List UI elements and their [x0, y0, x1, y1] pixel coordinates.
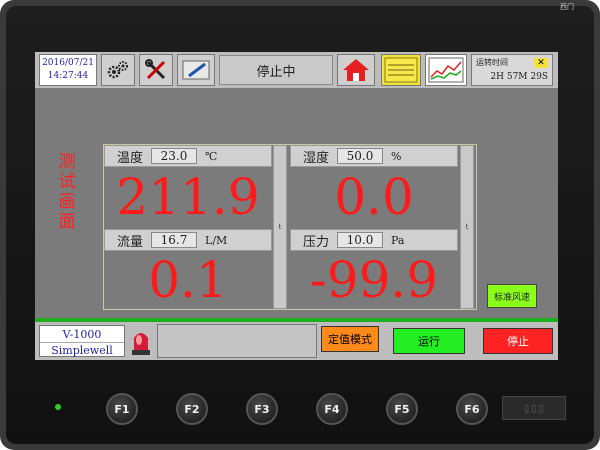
power-led	[55, 404, 61, 410]
run-time-label: 运转时间	[476, 58, 508, 67]
temperature-header: 温度 23.0 ℃	[104, 145, 272, 167]
f4-key[interactable]: F4	[316, 393, 348, 425]
home-icon	[343, 59, 369, 81]
page-title: 测试画面	[58, 152, 76, 232]
brand-label: 西门	[560, 3, 574, 11]
humidity-label: 湿度	[303, 150, 330, 166]
stop-button[interactable]: 停止	[483, 328, 553, 354]
message-box	[157, 324, 317, 358]
temperature-setpoint[interactable]: 23.0	[151, 148, 198, 164]
f6-key[interactable]: F6	[456, 393, 488, 425]
model-box: V-1000 Simplewell	[39, 325, 125, 357]
edit-button[interactable]	[177, 54, 215, 86]
model-vendor: Simplewell	[40, 342, 124, 358]
pressure-unit: Pa	[391, 233, 405, 247]
run-button[interactable]: 运行	[393, 328, 465, 354]
pressure-value: -99.9	[309, 251, 439, 309]
run-time-value: 2H 57M 29S	[490, 72, 548, 82]
temperature-unit: ℃	[205, 149, 218, 163]
f1-key[interactable]: F1	[106, 393, 138, 425]
humidity-side-bar: t	[460, 145, 474, 309]
humidity-value: 0.0	[334, 168, 414, 226]
humidity-cell: 湿度 50.0 % 0.0	[290, 145, 458, 229]
flow-unit: L/M	[205, 233, 228, 247]
f5-key[interactable]: F5	[386, 393, 418, 425]
f2-key[interactable]: F2	[176, 393, 208, 425]
trend-button[interactable]	[425, 54, 467, 86]
humidity-header: 湿度 50.0 %	[290, 145, 458, 167]
date-text: 2016/07/21	[42, 58, 94, 68]
standard-wind-button[interactable]: 标准风速	[487, 284, 537, 308]
fixed-mode-button[interactable]: 定值模式	[321, 326, 379, 352]
usb-port[interactable]: ▯▯▯	[502, 396, 566, 420]
time-text: 14:27:44	[47, 71, 89, 81]
datetime-display: 2016/07/21 14:27:44	[39, 54, 97, 86]
tools-icon	[145, 59, 166, 80]
flow-value: 0.1	[148, 251, 228, 309]
temperature-label: 温度	[117, 150, 144, 166]
model-name: V-1000	[62, 328, 102, 341]
pressure-header: 压力 10.0 Pa	[290, 229, 458, 251]
humidity-setpoint[interactable]: 50.0	[337, 148, 384, 164]
temperature-side-bar: t	[273, 145, 287, 309]
flow-setpoint[interactable]: 16.7	[151, 232, 198, 248]
run-status: 停止中	[219, 55, 333, 85]
hmi-screen: 2016/07/21 14:27:44 停止中 运转时间 ✕ 2H 57M 29…	[35, 52, 558, 360]
flow-header: 流量 16.7 L/M	[104, 229, 272, 251]
reset-x-icon[interactable]: ✕	[534, 57, 548, 68]
data-record-button[interactable]	[381, 54, 421, 86]
flow-cell: 流量 16.7 L/M 0.1	[104, 229, 272, 309]
maintenance-button[interactable]	[139, 54, 173, 86]
humidity-unit: %	[391, 149, 402, 163]
trend-icon	[428, 57, 464, 83]
home-button[interactable]	[337, 54, 375, 86]
readout-grid: 温度 23.0 ℃ 211.9 t 湿度 50.0 % 0.0 t 流量 16.…	[103, 144, 477, 310]
temperature-cell: 温度 23.0 ℃ 211.9	[104, 145, 272, 229]
settings-button[interactable]	[101, 54, 135, 86]
alarm-lamp-icon[interactable]	[129, 326, 153, 356]
run-time-panel: 运转时间 ✕ 2H 57M 29S	[471, 54, 553, 86]
chart-lcd-icon	[384, 57, 418, 83]
pen-icon	[182, 60, 210, 80]
pressure-setpoint[interactable]: 10.0	[337, 232, 384, 248]
pressure-cell: 压力 10.0 Pa -99.9	[290, 229, 458, 309]
f3-key[interactable]: F3	[246, 393, 278, 425]
temperature-value: 211.9	[116, 168, 260, 226]
gears-icon	[107, 61, 128, 79]
pressure-label: 压力	[303, 234, 330, 250]
flow-label: 流量	[117, 234, 144, 250]
